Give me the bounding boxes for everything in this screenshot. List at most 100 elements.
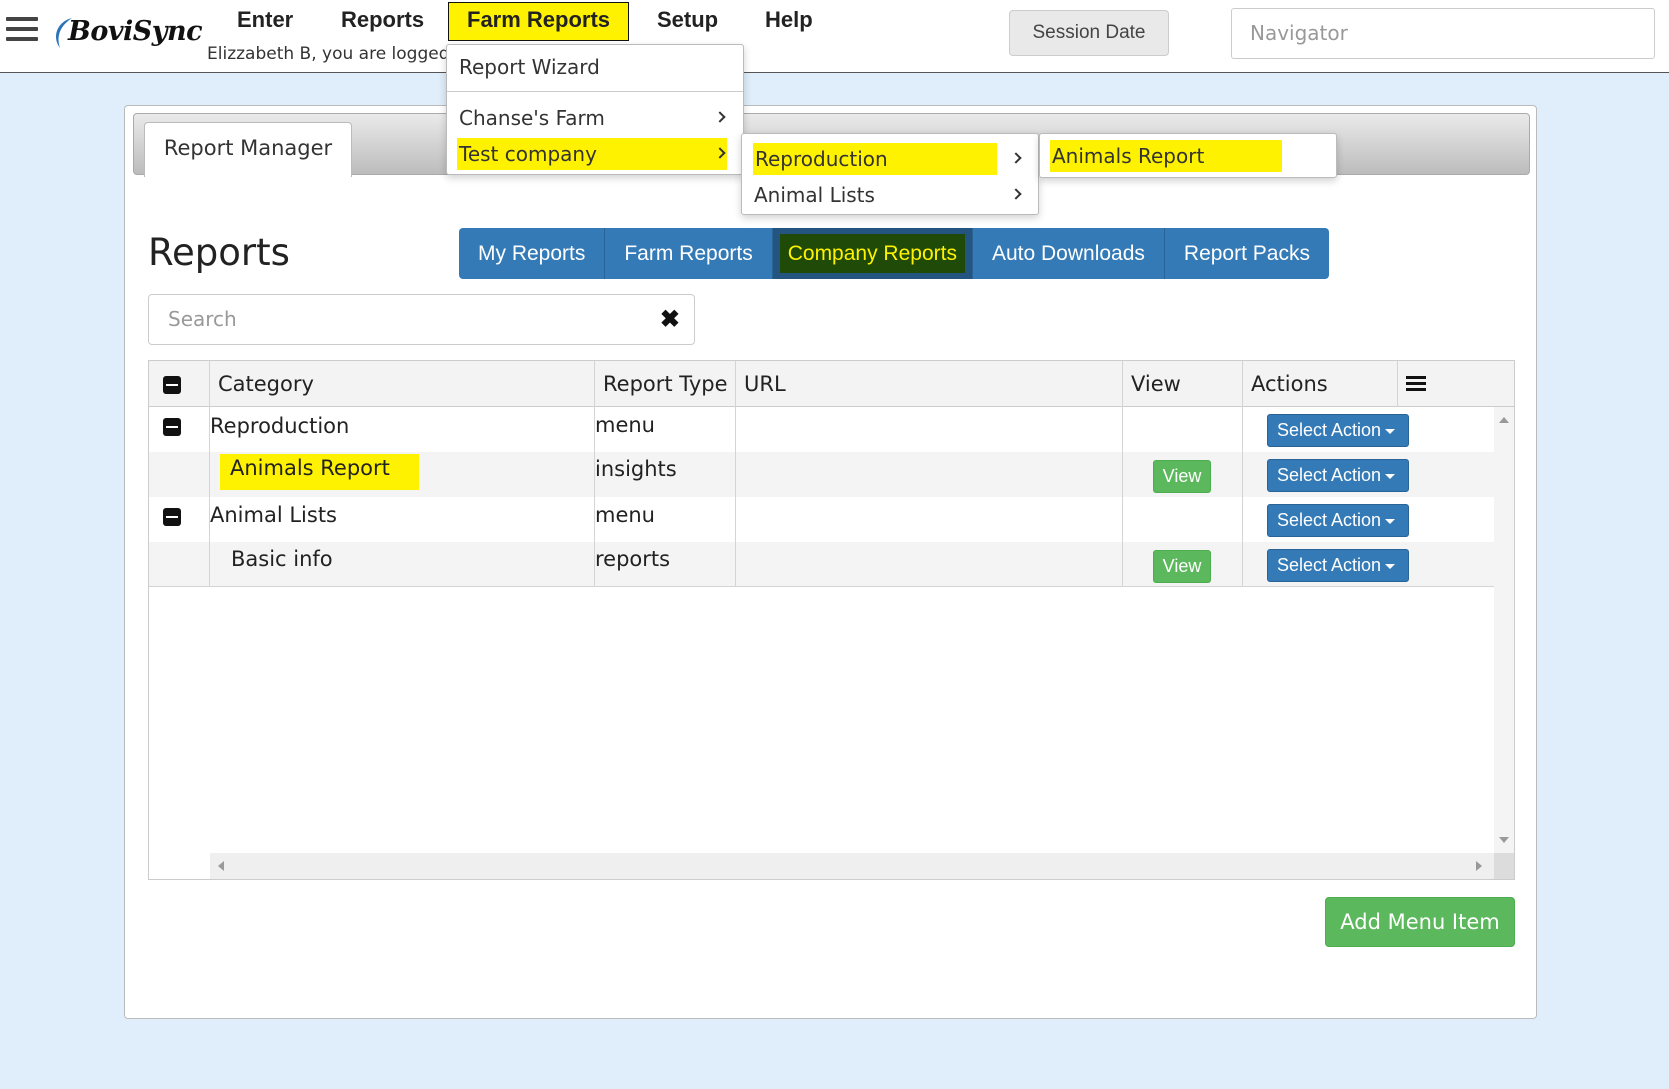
nav-reports[interactable]: Reports xyxy=(341,6,424,38)
col-actions[interactable]: Actions xyxy=(1243,361,1398,407)
select-action-label: Select Action xyxy=(1277,555,1382,575)
tab-company-reports-label: Company Reports xyxy=(779,234,965,273)
url-cell xyxy=(736,542,1123,587)
horizontal-scrollbar[interactable] xyxy=(210,853,1494,879)
page-title: Reports xyxy=(148,231,290,274)
table-row: Basic info reports View Select Action xyxy=(149,542,1494,587)
chevron-right-icon xyxy=(714,111,726,123)
menu-item-test-company[interactable]: Test company xyxy=(447,136,743,172)
table-row: Animal Lists menu Select Action xyxy=(149,497,1494,542)
nav-enter[interactable]: Enter xyxy=(237,6,293,38)
caret-down-icon xyxy=(1385,563,1396,569)
select-action-label: Select Action xyxy=(1277,465,1382,485)
table-row: Animals Report insights View Select Acti… xyxy=(149,452,1494,497)
row-gutter xyxy=(149,497,210,542)
search-placeholder: Search xyxy=(168,307,237,331)
hamburger-menu-icon[interactable] xyxy=(6,17,38,45)
nav-setup[interactable]: Setup xyxy=(657,6,718,38)
scrollbar-corner xyxy=(1494,853,1514,879)
search-input[interactable]: Search ✖ xyxy=(148,294,695,345)
scroll-down-icon[interactable] xyxy=(1499,837,1509,843)
collapse-all-toggle[interactable] xyxy=(149,361,210,407)
url-cell xyxy=(736,407,1123,452)
col-url[interactable]: URL xyxy=(736,361,1123,407)
caret-down-icon xyxy=(1385,473,1396,479)
scroll-right-icon[interactable] xyxy=(1476,861,1482,871)
tab-auto-downloads[interactable]: Auto Downloads xyxy=(972,228,1165,279)
grid-header: Category Report Type URL View Actions xyxy=(149,361,1514,407)
report-type-cell: insights xyxy=(595,452,736,497)
category-name-highlighted: Animals Report xyxy=(220,454,419,490)
reports-grid: Category Report Type URL View Actions Re… xyxy=(148,360,1515,880)
menu-item-report-wizard[interactable]: Report Wizard xyxy=(447,49,743,85)
add-menu-item-button[interactable]: Add Menu Item xyxy=(1325,897,1515,947)
view-button[interactable]: View xyxy=(1153,550,1211,583)
caret-down-icon xyxy=(1385,428,1396,434)
report-type-cell: menu xyxy=(595,407,736,452)
chevron-right-icon xyxy=(1010,188,1022,200)
menu-item-animals-report[interactable]: Animals Report xyxy=(1040,138,1336,174)
navigator-input[interactable]: Navigator xyxy=(1231,8,1655,59)
nav-help[interactable]: Help xyxy=(765,6,813,38)
brand-name: BoviSync xyxy=(68,16,203,47)
menu-item-reproduction[interactable]: Reproduction xyxy=(742,141,1038,177)
category-cell: Animals Report xyxy=(210,452,595,497)
scroll-up-icon[interactable] xyxy=(1499,417,1509,423)
top-bar: BoviSync Enter Reports Farm Reports Setu… xyxy=(0,0,1669,73)
url-cell xyxy=(736,497,1123,542)
user-status-text: Elizzabeth B, you are logged xyxy=(207,44,447,64)
col-view[interactable]: View xyxy=(1123,361,1243,407)
col-category[interactable]: Category xyxy=(210,361,595,407)
column-menu-icon xyxy=(1406,376,1426,392)
bovisync-logo[interactable]: BoviSync xyxy=(50,12,203,54)
menu-item-label: Chanse's Farm xyxy=(459,106,605,130)
category-cell: Reproduction xyxy=(210,407,595,452)
url-cell xyxy=(736,452,1123,497)
view-cell xyxy=(1123,497,1243,542)
scroll-left-icon[interactable] xyxy=(218,861,224,871)
chevron-right-icon xyxy=(1010,152,1022,164)
tab-report-packs[interactable]: Report Packs xyxy=(1164,228,1329,279)
menu-item-label: Animals Report xyxy=(1050,140,1282,172)
column-menu[interactable] xyxy=(1398,361,1436,407)
view-cell xyxy=(1123,407,1243,452)
select-action-label: Select Action xyxy=(1277,510,1382,530)
collapse-group-icon[interactable] xyxy=(163,418,181,436)
menu-item-animal-lists[interactable]: Animal Lists xyxy=(742,177,1038,213)
report-manager-panel: Report Manager Reports My Reports Farm R… xyxy=(124,105,1537,1019)
select-action-button[interactable]: Select Action xyxy=(1267,549,1409,582)
select-action-button[interactable]: Select Action xyxy=(1267,504,1409,537)
report-tabs: My Reports Farm Reports Company Reports … xyxy=(459,228,1329,279)
session-date-button[interactable]: Session Date xyxy=(1009,10,1169,56)
nav-farm-reports[interactable]: Farm Reports xyxy=(448,2,630,41)
vertical-scrollbar[interactable] xyxy=(1494,407,1514,853)
menu-item-label: Test company xyxy=(457,138,727,170)
tab-my-reports[interactable]: My Reports xyxy=(459,228,606,279)
select-action-label: Select Action xyxy=(1277,420,1382,440)
test-company-submenu: Reproduction Animal Lists xyxy=(741,133,1039,215)
tab-report-manager[interactable]: Report Manager xyxy=(144,122,352,177)
select-action-button[interactable]: Select Action xyxy=(1267,459,1409,492)
col-report-type[interactable]: Report Type xyxy=(595,361,736,407)
menu-divider xyxy=(447,91,743,92)
menu-item-label: Reproduction xyxy=(753,143,997,175)
row-gutter xyxy=(149,407,210,452)
caret-down-icon xyxy=(1385,518,1396,524)
tab-company-reports[interactable]: Company Reports xyxy=(772,228,973,279)
category-cell: Animal Lists xyxy=(210,497,595,542)
table-row: Reproduction menu Select Action xyxy=(149,407,1494,452)
report-type-cell: reports xyxy=(595,542,736,587)
menu-item-chanses-farm[interactable]: Chanse's Farm xyxy=(447,100,743,136)
row-gutter xyxy=(149,452,210,497)
select-action-button[interactable]: Select Action xyxy=(1267,414,1409,447)
farm-reports-dropdown: Report Wizard Chanse's Farm Test company xyxy=(446,44,744,175)
clear-search-icon[interactable]: ✖ xyxy=(660,305,680,334)
collapse-group-icon[interactable] xyxy=(163,508,181,526)
tab-farm-reports[interactable]: Farm Reports xyxy=(605,228,773,279)
reproduction-submenu: Animals Report xyxy=(1039,133,1337,178)
menu-item-label: Animal Lists xyxy=(754,183,875,207)
category-cell: Basic info xyxy=(210,542,595,587)
minus-square-icon xyxy=(163,376,181,394)
view-button[interactable]: View xyxy=(1153,460,1211,493)
report-type-cell: menu xyxy=(595,497,736,542)
